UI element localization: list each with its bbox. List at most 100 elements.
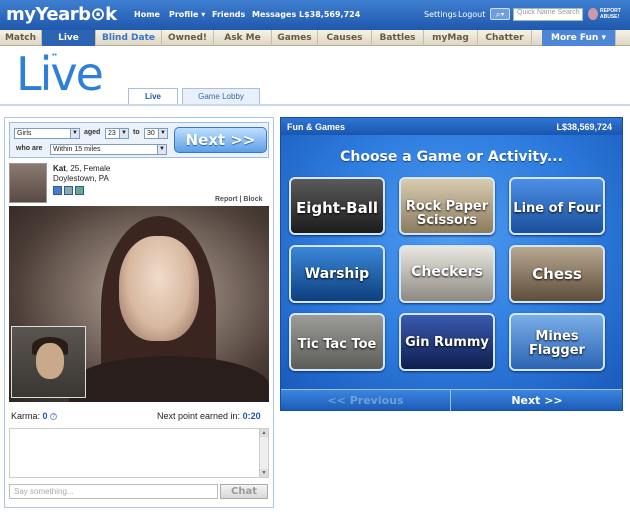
karma-label: Karma: [11,411,43,421]
friends-icon[interactable] [64,186,73,195]
game-label-line1: Mines [535,329,579,344]
game-label: Checkers [411,264,483,280]
report-block-links: Report | Block [215,196,262,203]
nav-messages[interactable]: Messages [252,10,296,19]
help-icon[interactable]: ? [50,413,58,421]
previous-page-button[interactable]: << Previous [281,390,451,411]
nav-lunch-money[interactable]: L$38,569,724 [299,10,360,19]
next-point-value: 0:20 [242,411,261,421]
karma-display: Karma: 0 ? [11,411,58,421]
game-label: Eight-Ball [295,199,379,217]
tab-ask-me[interactable]: Ask Me [214,30,272,46]
section-tabbar: Match Live Blind Date Owned! Ask Me Game… [0,30,630,46]
tab-live[interactable]: Live [42,30,96,46]
profile-name[interactable]: Kat, 25, Female [53,164,110,173]
age-min-select[interactable]: 23 ▼ [105,128,129,139]
gender-select[interactable]: Girls ▼ [14,128,80,139]
game-tic-tac-toe[interactable]: Tic Tac Toe [289,313,385,371]
distance-select[interactable]: Within 15 miles ▼ [50,144,167,155]
inset-figure-face [36,343,64,379]
match-filter: Girls ▼ aged 23 ▼ to 30 ▼ who are Within 15… [9,122,269,158]
game-rock-paper-scissors[interactable]: Rock Paper Scissors [399,177,495,235]
tab-owned[interactable]: Owned! [162,30,214,46]
chevron-down-icon: ▼ [158,129,167,138]
nav-settings[interactable]: Settings [424,10,457,19]
video-figure-face [119,236,199,341]
game-checkers[interactable]: Checkers [399,245,495,303]
game-label: Gin Rummy [405,335,489,350]
tab-more-fun[interactable]: More Fun ▾ [542,30,616,46]
live-chat-panel: Girls ▼ aged 23 ▼ to 30 ▼ who are Within 15… [4,117,274,508]
report-abuse-link[interactable]: REPORT ABUSE! [600,8,628,20]
chat-scrollbar[interactable]: ▲ ▼ [259,429,268,477]
karma-value: 0 [42,411,48,421]
games-pager: << Previous Next >> [281,389,622,411]
to-label: to [133,129,140,136]
quick-name-search-input[interactable]: Quick Name Search [513,8,583,21]
nav-profile[interactable]: Profile ▾ [169,10,205,19]
self-video [11,326,86,398]
tab-match[interactable]: Match [0,30,42,46]
subtab-game-lobby[interactable]: Game Lobby [182,88,260,105]
game-chess[interactable]: Chess [509,245,605,303]
next-point-label: Next point earned in: [157,411,243,421]
chevron-down-icon: ▼ [119,129,128,138]
nav-home[interactable]: Home [134,10,160,19]
top-navbar: myYearb⊙k Home Profile ▾ Friends Message… [0,0,630,30]
games-panel-credits: L$38,569,724 [556,122,612,132]
game-mines-flagger[interactable]: Mines Flagger [509,313,605,371]
nav-logout[interactable]: Logout [458,10,485,19]
game-eight-ball[interactable]: Eight-Ball [289,177,385,235]
tab-games[interactable]: Games [272,30,318,46]
gender-select-value: Girls [17,130,32,137]
video-figure-body [69,356,269,402]
game-warship[interactable]: Warship [289,245,385,303]
site-logo[interactable]: myYearb⊙k [6,4,117,25]
report-abuse-icon[interactable] [588,8,598,20]
who-are-label: who are [16,145,43,152]
tab-mymag[interactable]: myMag [424,30,478,46]
game-label: Line of Four [513,201,601,216]
game-label-line2: Scissors [416,213,478,228]
games-panel-header: Fun & Games L$38,569,724 [281,118,622,135]
age-max-select[interactable]: 30 ▼ [144,128,168,139]
chat-input[interactable]: Say something... [9,484,218,499]
scroll-up-icon[interactable]: ▲ [260,429,268,437]
game-label-line2: Flagger [529,343,585,358]
chat-send-button[interactable]: Chat [220,484,268,499]
profile-details: , 25, Female [65,164,111,173]
tab-causes[interactable]: Causes [318,30,372,46]
game-gin-rummy[interactable]: Gin Rummy [399,313,495,371]
report-link[interactable]: Report [215,196,238,203]
search-icon[interactable]: ⌕▾ [490,8,510,20]
games-panel-title: Fun & Games [287,122,346,132]
chat-log[interactable]: ▲ ▼ [9,428,269,478]
next-match-button[interactable]: Next >> [174,127,267,153]
chevron-down-icon: ▼ [70,129,79,138]
game-label: Warship [304,266,370,282]
fun-and-games-panel: Fun & Games L$38,569,724 Choose a Game o… [280,117,623,411]
block-link[interactable]: Block [243,196,262,203]
subtab-live[interactable]: Live [128,88,178,105]
next-point-timer: Next point earned in: 0:20 [157,411,261,421]
partner-video [9,206,269,402]
next-page-button[interactable]: Next >> [452,390,622,411]
aged-label: aged [84,129,101,136]
add-friend-icon[interactable] [75,186,84,195]
scroll-down-icon[interactable]: ▼ [260,469,268,477]
profile-badge-icon [53,186,62,195]
tab-battles[interactable]: Battles [372,30,424,46]
profile-location: Doylestown, PA [53,174,109,183]
nav-friends[interactable]: Friends [212,10,245,19]
game-line-of-four[interactable]: Line of Four [509,177,605,235]
profile-first-name[interactable]: Kat [53,164,66,173]
age-min-value: 23 [108,130,116,137]
tab-blind-date[interactable]: Blind Date [96,30,162,46]
live-logo: Live [16,47,104,101]
choose-game-heading: Choose a Game or Activity... [340,149,563,165]
game-label: Tic Tac Toe [297,337,377,352]
profile-photo[interactable] [9,163,47,203]
game-label: Chess [532,265,582,283]
tab-chatter[interactable]: Chatter [478,30,532,46]
distance-select-value: Within 15 miles [53,146,101,153]
